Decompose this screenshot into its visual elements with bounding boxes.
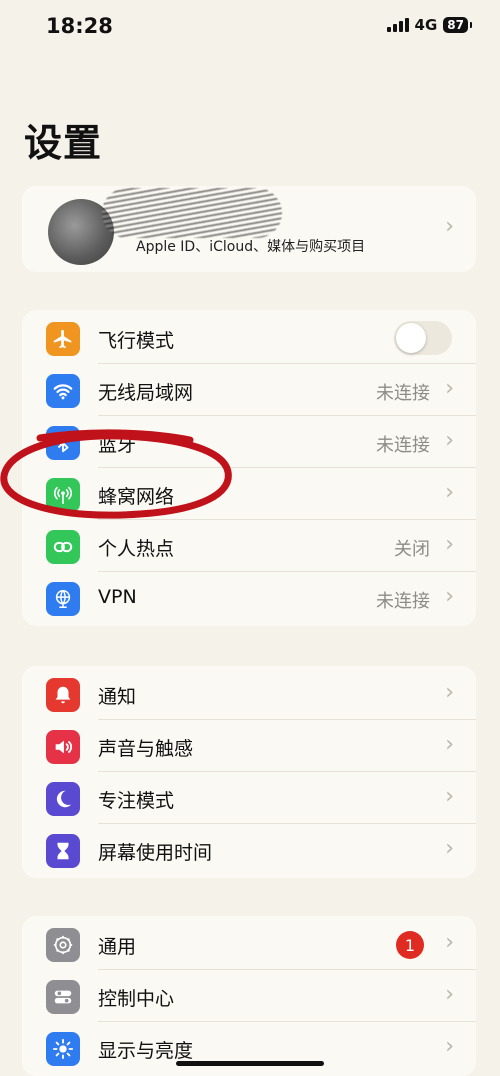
row-label: 飞行模式 <box>98 330 175 352</box>
notification-badge: 1 <box>396 931 424 959</box>
row-label: 显示与亮度 <box>98 1040 194 1062</box>
network-type: 4G <box>414 16 438 34</box>
row-label: 蓝牙 <box>98 434 137 456</box>
battery-icon: 87 <box>443 17 472 33</box>
airplane-icon <box>46 322 80 356</box>
sound-icon <box>46 730 80 764</box>
gear-icon <box>46 928 80 962</box>
row-label: 专注模式 <box>98 790 175 812</box>
row-label: 无线局域网 <box>98 382 194 404</box>
control-center-icon <box>46 980 80 1014</box>
profile-subtitle: Apple ID、iCloud、媒体与购买项目 <box>136 239 366 255</box>
settings-row-control-center[interactable]: 控制中心 › <box>22 970 476 1022</box>
settings-row-vpn[interactable]: VPN 未连接 › <box>22 572 476 624</box>
row-label: 通知 <box>98 686 137 708</box>
redacted-name-scribble <box>102 188 282 238</box>
chevron-right-icon: › <box>445 428 454 453</box>
settings-row-airplane-mode[interactable]: 飞行模式 <box>22 312 476 364</box>
row-label: 声音与触感 <box>98 738 194 760</box>
status-bar: 18:28 4G 87 <box>0 0 500 56</box>
signal-icon <box>386 18 409 32</box>
chevron-right-icon: › <box>445 1034 454 1059</box>
chevron-right-icon: › <box>445 376 454 401</box>
row-label: 屏幕使用时间 <box>98 842 213 864</box>
row-label: 个人热点 <box>98 538 175 560</box>
apple-id-row[interactable]: Apple ID、iCloud、媒体与购买项目 › <box>22 186 476 272</box>
row-value: 关闭 <box>394 539 430 560</box>
page-title: 设置 <box>24 121 103 165</box>
settings-row-focus[interactable]: 专注模式 › <box>22 772 476 824</box>
settings-row-display[interactable]: 显示与亮度 › <box>22 1022 476 1074</box>
settings-row-general[interactable]: 通用 1 › <box>22 918 476 970</box>
chevron-right-icon: › <box>445 982 454 1007</box>
chevron-right-icon: › <box>445 930 454 955</box>
chevron-right-icon: › <box>445 584 454 609</box>
settings-row-wifi[interactable]: 无线局域网 未连接 › <box>22 364 476 416</box>
row-label: 通用 <box>98 936 137 958</box>
wifi-icon <box>46 374 80 408</box>
settings-row-cellular[interactable]: 蜂窝网络 › <box>22 468 476 520</box>
notifications-group: 通知 › 声音与触感 › 专注模式 › 屏幕使用时间 › <box>22 666 476 878</box>
settings-row-sounds[interactable]: 声音与触感 › <box>22 720 476 772</box>
vpn-icon <box>46 582 80 616</box>
status-indicators: 4G 87 <box>386 16 472 34</box>
settings-row-bluetooth[interactable]: 蓝牙 未连接 › <box>22 416 476 468</box>
airplane-mode-toggle[interactable] <box>394 321 452 355</box>
chevron-right-icon: › <box>445 480 454 505</box>
chevron-right-icon: › <box>445 784 454 809</box>
bluetooth-icon <box>46 426 80 460</box>
status-time: 18:28 <box>46 14 113 38</box>
settings-row-hotspot[interactable]: 个人热点 关闭 › <box>22 520 476 572</box>
home-indicator <box>176 1061 324 1066</box>
battery-level: 87 <box>447 18 464 32</box>
settings-row-notifications[interactable]: 通知 › <box>22 668 476 720</box>
chevron-right-icon: › <box>445 680 454 705</box>
hotspot-icon <box>46 530 80 564</box>
chevron-right-icon: › <box>445 836 454 861</box>
row-value: 未连接 <box>376 591 430 612</box>
settings-row-screen-time[interactable]: 屏幕使用时间 › <box>22 824 476 876</box>
row-label: 控制中心 <box>98 988 175 1010</box>
connectivity-group: 飞行模式 无线局域网 未连接 › 蓝牙 未连接 › 蜂窝网络 › 个人热点 关闭 <box>22 310 476 626</box>
row-label: 蜂窝网络 <box>98 486 175 508</box>
focus-moon-icon <box>46 782 80 816</box>
row-label: VPN <box>98 586 137 608</box>
chevron-right-icon: › <box>445 732 454 757</box>
chevron-right-icon: › <box>445 532 454 557</box>
notification-icon <box>46 678 80 712</box>
cellular-icon <box>46 478 80 512</box>
row-value: 未连接 <box>376 435 430 456</box>
chevron-right-icon: › <box>445 214 454 239</box>
row-value: 未连接 <box>376 383 430 404</box>
general-group: 通用 1 › 控制中心 › 显示与亮度 › <box>22 916 476 1076</box>
hourglass-icon <box>46 834 80 868</box>
brightness-icon <box>46 1032 80 1066</box>
